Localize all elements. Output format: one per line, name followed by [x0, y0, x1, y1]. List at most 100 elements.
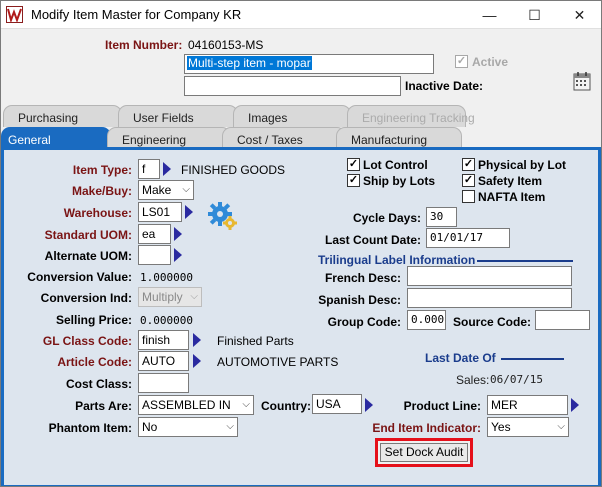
- conversion-value-label: Conversion Value:: [27, 270, 132, 284]
- conversion-value: 1.000000: [140, 271, 193, 284]
- selling-price-label: Selling Price:: [55, 313, 132, 327]
- safety-item-checkbox[interactable]: ✓: [462, 174, 475, 187]
- last-count-date-input[interactable]: 01/01/17: [426, 228, 510, 248]
- description2-input[interactable]: [184, 76, 401, 96]
- source-code-label: Source Code:: [453, 315, 532, 329]
- active-label: Active: [472, 55, 509, 69]
- phantom-item-value: No: [142, 420, 158, 434]
- parts-are-select[interactable]: ASSEMBLED IN ⌵: [138, 395, 254, 415]
- calendar-icon[interactable]: [573, 71, 591, 91]
- warehouse-input[interactable]: LS01: [138, 202, 182, 222]
- active-checkbox[interactable]: ✓: [455, 55, 468, 68]
- group-code-input[interactable]: 0.000: [407, 310, 446, 330]
- trilingual-divider: [477, 260, 573, 262]
- physical-by-lot-label: Physical by Lot: [478, 158, 567, 172]
- minimize-button[interactable]: —: [467, 1, 512, 29]
- article-code-input[interactable]: AUTO: [138, 351, 189, 371]
- product-line-input[interactable]: MER: [487, 395, 568, 415]
- cycle-days-label: Cycle Days:: [352, 211, 421, 225]
- app-logo-icon: [6, 6, 23, 24]
- tab-cost-taxes[interactable]: Cost / Taxes: [222, 127, 346, 149]
- conversion-ind-value: Multiply: [142, 290, 183, 304]
- group-code-label: Group Code:: [327, 315, 401, 329]
- end-item-indicator-select[interactable]: Yes ⌵: [487, 417, 569, 437]
- french-desc-input[interactable]: [407, 266, 572, 286]
- spanish-desc-input[interactable]: [407, 288, 572, 308]
- ship-by-lots-label: Ship by Lots: [363, 174, 435, 188]
- ship-by-lots-checkbox[interactable]: ✓: [347, 174, 360, 187]
- tab-images[interactable]: Images: [233, 105, 351, 127]
- cost-class-input[interactable]: [138, 373, 189, 393]
- tab-purchasing[interactable]: Purchasing: [3, 105, 122, 127]
- article-code-label: Article Code:: [57, 355, 132, 369]
- window-title: Modify Item Master for Company KR: [31, 7, 242, 22]
- set-dock-audit-button[interactable]: Set Dock Audit: [380, 443, 468, 462]
- cycle-days-input[interactable]: 30: [426, 207, 457, 227]
- article-code-description: AUTOMOTIVE PARTS: [217, 355, 339, 369]
- safety-item-label: Safety Item: [478, 174, 543, 188]
- physical-by-lot-checkbox[interactable]: ✓: [462, 158, 475, 171]
- gear-icon[interactable]: [207, 200, 239, 232]
- source-code-input[interactable]: [535, 310, 590, 330]
- gl-class-description: Finished Parts: [217, 334, 294, 348]
- warehouse-label: Warehouse:: [63, 206, 132, 220]
- item-number-label: Item Number:: [105, 38, 183, 52]
- item-header: Item Number: 04160153-MS Multi-step item…: [1, 29, 601, 107]
- spanish-desc-label: Spanish Desc:: [318, 293, 401, 307]
- make-buy-select[interactable]: Make ⌵: [138, 180, 194, 200]
- trilingual-heading: Trilingual Label Information: [318, 253, 476, 267]
- item-type-description: FINISHED GOODS: [181, 163, 286, 177]
- country-label: Country:: [261, 399, 311, 413]
- item-type-input[interactable]: f: [138, 159, 160, 179]
- warehouse-lookup-icon[interactable]: [185, 205, 193, 219]
- product-line-lookup-icon[interactable]: [571, 398, 579, 412]
- last-date-divider: [501, 358, 564, 360]
- end-item-indicator-value: Yes: [491, 420, 511, 434]
- conversion-ind-label: Conversion Ind:: [40, 291, 132, 305]
- make-buy-value: Make: [142, 183, 172, 197]
- alternate-uom-input[interactable]: [138, 245, 171, 265]
- country-lookup-icon[interactable]: [365, 398, 373, 412]
- end-item-indicator-label: End Item Indicator:: [372, 421, 481, 435]
- gl-class-code-input[interactable]: finish: [138, 330, 189, 350]
- standard-uom-input[interactable]: ea: [138, 224, 171, 244]
- sales-date-value: 06/07/15: [490, 373, 543, 386]
- chevron-down-icon: ⌵: [557, 421, 565, 432]
- maximize-button[interactable]: ☐: [512, 1, 557, 29]
- item-number-value: 04160153-MS: [188, 38, 264, 52]
- window: Modify Item Master for Company KR — ☐ ✕ …: [0, 0, 602, 487]
- french-desc-label: French Desc:: [324, 271, 401, 285]
- title-bar: Modify Item Master for Company KR — ☐ ✕: [1, 1, 601, 29]
- chevron-down-icon: ⌵: [226, 421, 234, 432]
- chevron-down-icon: ⌵: [190, 291, 198, 302]
- article-code-lookup-icon[interactable]: [193, 354, 201, 368]
- tab-user-fields[interactable]: User Fields: [118, 105, 238, 127]
- tab-general[interactable]: General: [1, 127, 111, 149]
- standard-uom-lookup-icon[interactable]: [174, 227, 182, 241]
- phantom-item-label: Phantom Item:: [48, 421, 132, 435]
- item-type-label: Item Type:: [72, 163, 132, 177]
- tab-manufacturing[interactable]: Manufacturing: [336, 127, 462, 149]
- description-input[interactable]: Multi-step item - mopar: [184, 54, 434, 74]
- standard-uom-label: Standard UOM:: [44, 228, 132, 242]
- selling-price-value: 0.000000: [140, 314, 193, 327]
- chevron-down-icon: ⌵: [242, 399, 250, 410]
- gl-class-lookup-icon[interactable]: [193, 333, 201, 347]
- sales-label: Sales:: [456, 373, 490, 387]
- inactive-date-label: Inactive Date:: [405, 79, 484, 93]
- chevron-down-icon: ⌵: [182, 184, 190, 195]
- tab-engineering-tracking[interactable]: Engineering Tracking: [347, 105, 475, 127]
- nafta-item-checkbox[interactable]: [462, 190, 475, 203]
- parts-are-value: ASSEMBLED IN: [142, 398, 231, 412]
- lot-control-checkbox[interactable]: ✓: [347, 158, 360, 171]
- nafta-item-label: NAFTA Item: [478, 190, 546, 204]
- description-selected-text: Multi-step item - mopar: [187, 56, 312, 70]
- country-input[interactable]: USA: [312, 394, 362, 414]
- conversion-ind-select[interactable]: Multiply ⌵: [138, 287, 202, 307]
- cost-class-label: Cost Class:: [65, 377, 132, 391]
- close-button[interactable]: ✕: [557, 1, 601, 29]
- tab-engineering[interactable]: Engineering: [107, 127, 231, 149]
- phantom-item-select[interactable]: No ⌵: [138, 417, 238, 437]
- item-type-lookup-icon[interactable]: [163, 162, 171, 176]
- alternate-uom-lookup-icon[interactable]: [174, 248, 182, 262]
